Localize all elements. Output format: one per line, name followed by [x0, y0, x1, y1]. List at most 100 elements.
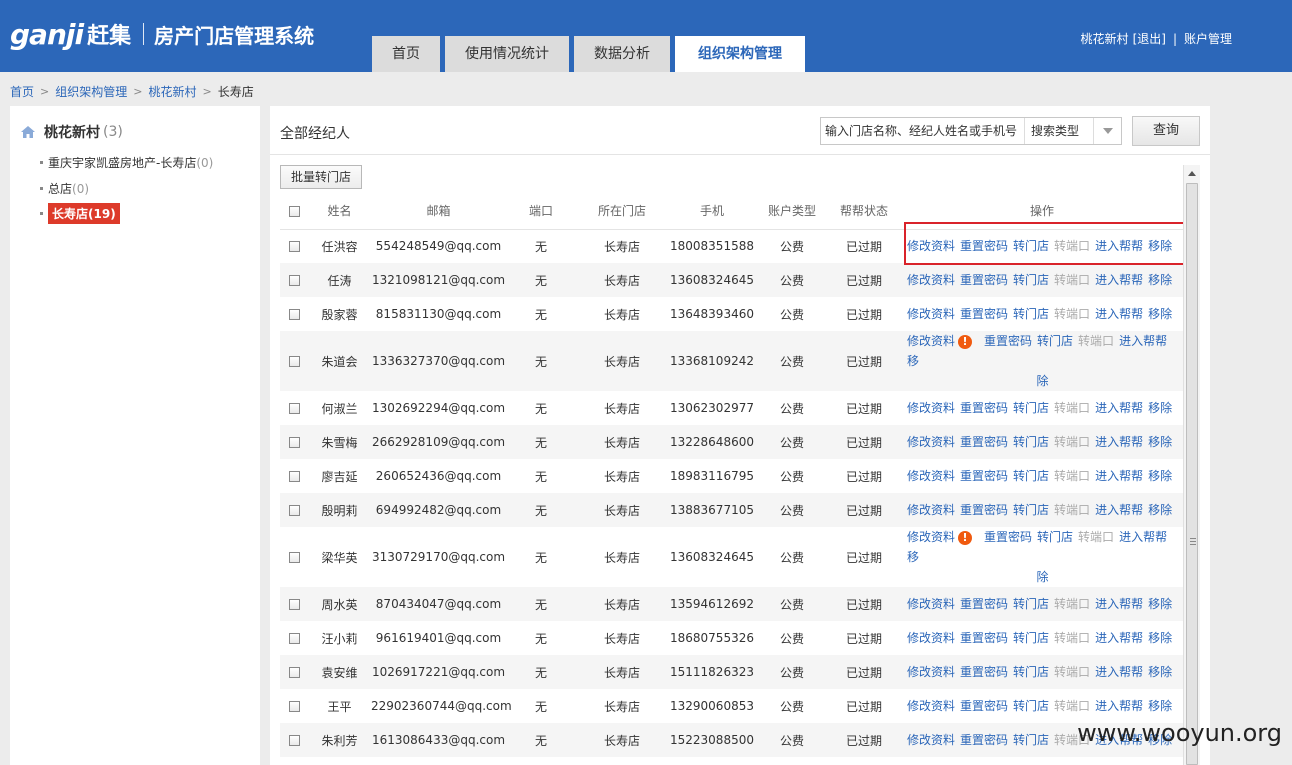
- row-checkbox[interactable]: [288, 437, 300, 448]
- vertical-scrollbar[interactable]: [1183, 165, 1200, 765]
- enter-help-link[interactable]: 进入帮帮: [1095, 273, 1143, 287]
- remove-link[interactable]: 移除: [1148, 503, 1172, 517]
- enter-help-link[interactable]: 进入帮帮: [1095, 469, 1143, 483]
- row-checkbox[interactable]: [288, 599, 300, 610]
- enter-help-link[interactable]: 进入帮帮: [1095, 239, 1143, 253]
- row-checkbox[interactable]: [288, 667, 300, 678]
- reset-password-link[interactable]: 重置密码: [960, 503, 1008, 517]
- reset-password-link[interactable]: 重置密码: [960, 435, 1008, 449]
- remove-link[interactable]: 移: [907, 354, 919, 368]
- scroll-up-icon[interactable]: [1188, 171, 1196, 176]
- logout-link[interactable]: [退出]: [1133, 30, 1166, 47]
- tab-home[interactable]: 首页: [372, 36, 440, 72]
- transfer-store-link[interactable]: 转门店: [1037, 530, 1073, 544]
- row-checkbox[interactable]: [288, 356, 300, 367]
- edit-profile-link[interactable]: 修改资料: [907, 530, 955, 544]
- reset-password-link[interactable]: 重置密码: [984, 334, 1032, 348]
- reset-password-link[interactable]: 重置密码: [960, 699, 1008, 713]
- row-checkbox[interactable]: [288, 633, 300, 644]
- transfer-store-link[interactable]: 转门店: [1013, 273, 1049, 287]
- column-header-port[interactable]: 端口: [506, 193, 576, 230]
- enter-help-link[interactable]: 进入帮帮: [1095, 503, 1143, 517]
- scrollbar-thumb[interactable]: [1186, 183, 1198, 765]
- search-input[interactable]: [821, 118, 1025, 144]
- remove-link[interactable]: 移除: [1148, 307, 1172, 321]
- remove-link[interactable]: 移除: [1148, 239, 1172, 253]
- enter-help-link[interactable]: 进入帮帮: [1095, 631, 1143, 645]
- dropdown-button[interactable]: [1093, 118, 1121, 144]
- transfer-store-link[interactable]: 转门店: [1013, 665, 1049, 679]
- remove-link[interactable]: 移除: [1148, 597, 1172, 611]
- reset-password-link[interactable]: 重置密码: [960, 273, 1008, 287]
- edit-profile-link[interactable]: 修改资料: [907, 435, 955, 449]
- reset-password-link[interactable]: 重置密码: [984, 530, 1032, 544]
- edit-profile-link[interactable]: 修改资料: [907, 733, 955, 747]
- tab-data-analysis[interactable]: 数据分析: [574, 36, 670, 72]
- edit-profile-link[interactable]: 修改资料: [907, 334, 955, 348]
- tree-item-head-office[interactable]: 总店(0): [40, 180, 89, 197]
- edit-profile-link[interactable]: 修改资料: [907, 699, 955, 713]
- remove-link[interactable]: 移除: [1148, 469, 1172, 483]
- edit-profile-link[interactable]: 修改资料: [907, 307, 955, 321]
- batch-transfer-store-button[interactable]: 批量转门店: [280, 165, 363, 189]
- enter-help-link[interactable]: 进入帮帮: [1095, 401, 1143, 415]
- remove-link[interactable]: 移除: [1148, 401, 1172, 415]
- column-header-store[interactable]: 所在门店: [576, 193, 668, 230]
- row-checkbox[interactable]: [288, 505, 300, 516]
- enter-help-link[interactable]: 进入帮帮: [1119, 530, 1167, 544]
- transfer-store-link[interactable]: 转门店: [1013, 469, 1049, 483]
- transfer-store-link[interactable]: 转门店: [1013, 597, 1049, 611]
- column-header-email[interactable]: 邮箱: [371, 193, 506, 230]
- row-checkbox[interactable]: [288, 403, 300, 414]
- breadcrumb-home[interactable]: 首页: [10, 83, 34, 100]
- edit-profile-link[interactable]: 修改资料: [907, 503, 955, 517]
- reset-password-link[interactable]: 重置密码: [960, 401, 1008, 415]
- row-checkbox[interactable]: [288, 275, 300, 286]
- row-checkbox[interactable]: [288, 309, 300, 320]
- remove-link[interactable]: 移: [907, 550, 919, 564]
- tree-item-store-a[interactable]: 重庆宇家凯盛房地产-长寿店(0): [40, 154, 213, 171]
- reset-password-link[interactable]: 重置密码: [960, 733, 1008, 747]
- reset-password-link[interactable]: 重置密码: [960, 665, 1008, 679]
- edit-profile-link[interactable]: 修改资料: [907, 239, 955, 253]
- enter-help-link[interactable]: 进入帮帮: [1119, 334, 1167, 348]
- edit-profile-link[interactable]: 修改资料: [907, 469, 955, 483]
- transfer-store-link[interactable]: 转门店: [1013, 401, 1049, 415]
- transfer-store-link[interactable]: 转门店: [1013, 699, 1049, 713]
- breadcrumb-org-structure[interactable]: 组织架构管理: [55, 83, 127, 100]
- column-header-account-type[interactable]: 账户类型: [756, 193, 828, 230]
- edit-profile-link[interactable]: 修改资料: [907, 401, 955, 415]
- remove-link[interactable]: 移除: [1148, 699, 1172, 713]
- query-button[interactable]: 查询: [1132, 116, 1200, 146]
- tab-org-structure[interactable]: 组织架构管理: [675, 36, 805, 72]
- column-header-phone[interactable]: 手机: [668, 193, 756, 230]
- tree-item-changshou[interactable]: 长寿店(19): [40, 203, 120, 224]
- transfer-store-link[interactable]: 转门店: [1013, 503, 1049, 517]
- row-checkbox[interactable]: [288, 241, 300, 253]
- enter-help-link[interactable]: 进入帮帮: [1095, 597, 1143, 611]
- row-checkbox[interactable]: [288, 552, 300, 563]
- reset-password-link[interactable]: 重置密码: [960, 239, 1008, 253]
- logo[interactable]: ganji 赶集 房产门店管理系统: [10, 14, 314, 54]
- column-header-name[interactable]: 姓名: [308, 193, 371, 230]
- row-checkbox[interactable]: [288, 735, 300, 746]
- select-all-checkbox[interactable]: [288, 205, 300, 217]
- edit-profile-link[interactable]: 修改资料: [907, 665, 955, 679]
- search-type-select[interactable]: 搜索类型: [1025, 118, 1121, 144]
- transfer-store-link[interactable]: 转门店: [1037, 334, 1073, 348]
- tab-usage-stats[interactable]: 使用情况统计: [445, 36, 569, 72]
- enter-help-link[interactable]: 进入帮帮: [1095, 307, 1143, 321]
- breadcrumb-company[interactable]: 桃花新村: [148, 83, 196, 100]
- remove-link[interactable]: 移除: [1148, 435, 1172, 449]
- remove-link[interactable]: 移除: [1148, 665, 1172, 679]
- transfer-store-link[interactable]: 转门店: [1013, 239, 1049, 253]
- row-checkbox[interactable]: [288, 471, 300, 482]
- transfer-store-link[interactable]: 转门店: [1013, 733, 1049, 747]
- enter-help-link[interactable]: 进入帮帮: [1095, 435, 1143, 449]
- edit-profile-link[interactable]: 修改资料: [907, 631, 955, 645]
- edit-profile-link[interactable]: 修改资料: [907, 273, 955, 287]
- reset-password-link[interactable]: 重置密码: [960, 631, 1008, 645]
- column-header-help-status[interactable]: 帮帮状态: [828, 193, 900, 230]
- remove-link[interactable]: 移除: [1148, 631, 1172, 645]
- row-checkbox[interactable]: [288, 701, 300, 712]
